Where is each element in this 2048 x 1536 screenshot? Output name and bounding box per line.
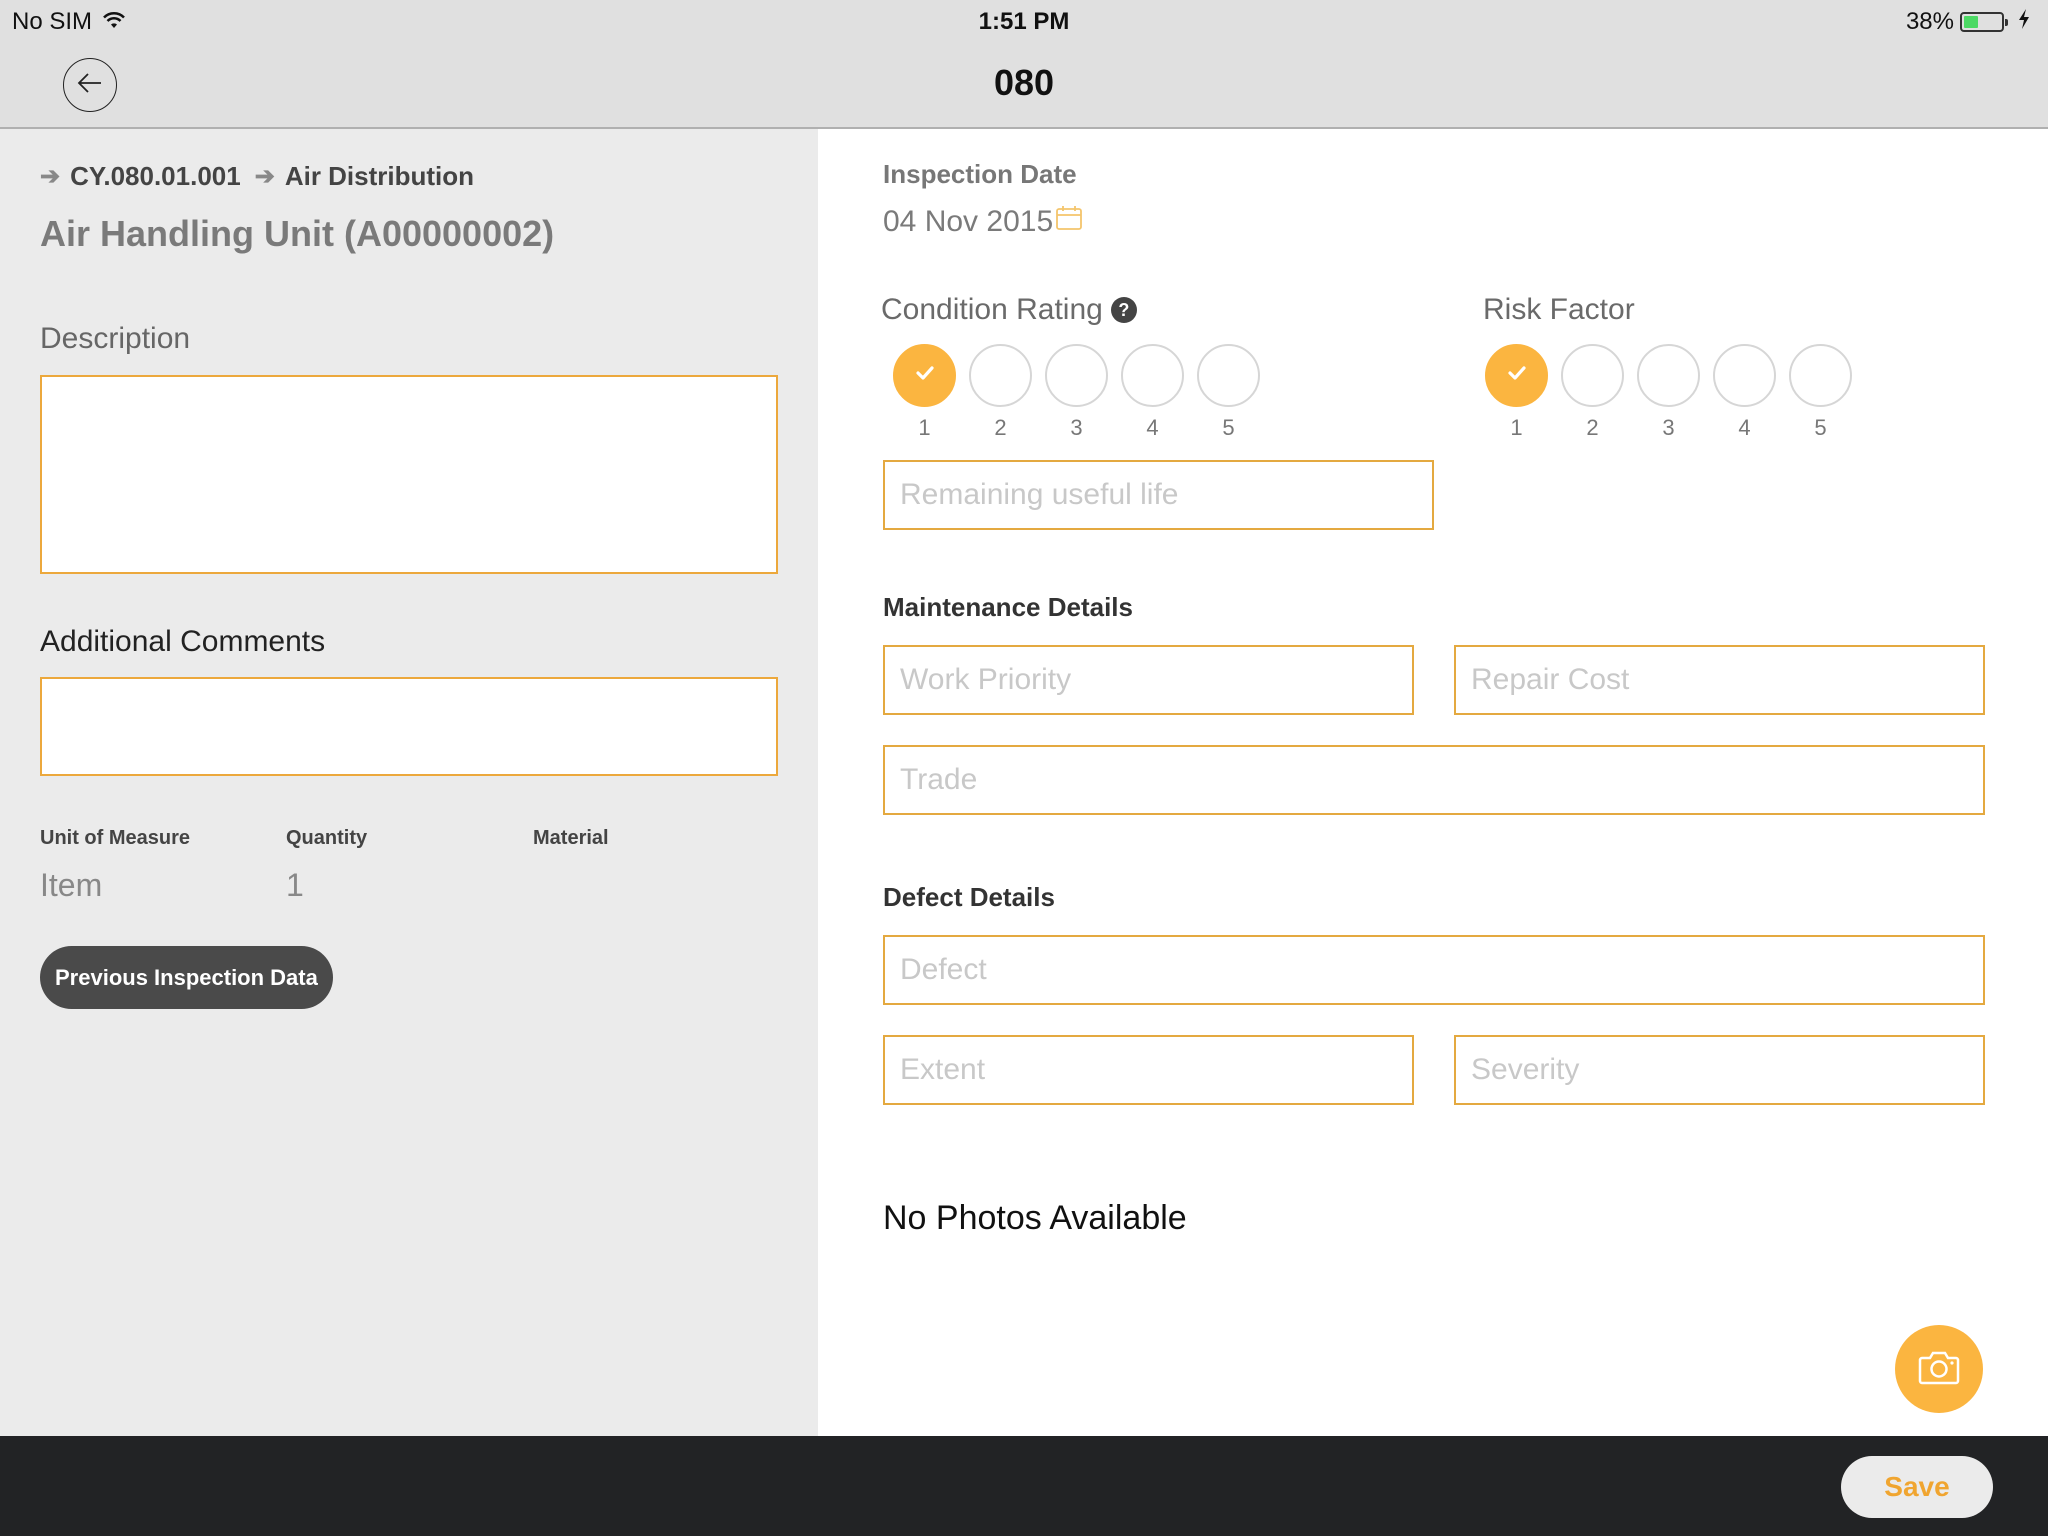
rating-number: 4 [1738,415,1751,440]
quantity-label: Quantity [286,827,368,849]
rating-circle[interactable] [1197,344,1260,407]
condition-rating-option[interactable]: 5 [1197,344,1260,441]
risk-factor-option[interactable]: 3 [1637,344,1700,441]
rating-circle[interactable] [1713,344,1776,407]
asset-title: Air Handling Unit (A00000002) [40,213,555,254]
checkmark-icon [1507,365,1527,386]
quantity-value: 1 [286,867,304,903]
rating-number: 2 [1586,415,1599,440]
help-icon[interactable]: ? [1110,297,1137,323]
battery-fill [1964,16,1978,28]
rating-circle[interactable] [1637,344,1700,407]
rating-number: 3 [1662,415,1675,440]
rating-circle[interactable] [1789,344,1852,407]
arrow-right-icon: ➔ [40,163,61,190]
rating-circle[interactable] [1485,344,1548,407]
battery-icon [1960,12,2008,32]
material-label: Material [533,827,609,849]
no-photos-message: No Photos Available [883,1199,1187,1237]
rating-number: 5 [1814,415,1827,440]
inspection-form-panel: Inspection Date 04 Nov 2015 Condition Ra… [818,129,2048,1436]
rating-circle[interactable] [1121,344,1184,407]
navigation-bar: 080 [0,42,2048,129]
bottom-toolbar: Save [0,1436,2048,1536]
risk-factor-option[interactable]: 5 [1789,344,1852,441]
rating-number: 1 [918,415,931,440]
rating-number: 1 [1510,415,1523,440]
rating-number: 4 [1146,415,1159,440]
previous-inspection-data-button[interactable]: Previous Inspection Data [40,946,333,1009]
battery-indicator: 38% [1906,8,2030,36]
page-title: 080 [993,62,1055,103]
additional-comments-label: Additional Comments [40,625,326,658]
checkmark-icon [915,365,935,386]
rating-circle[interactable] [1045,344,1108,407]
inspection-date-label: Inspection Date [883,159,1077,189]
condition-rating-option[interactable]: 3 [1045,344,1108,441]
trade-input[interactable]: Trade [883,745,1985,815]
rating-number: 5 [1222,415,1235,440]
charging-bolt-icon [2018,8,2030,36]
inspection-date-field[interactable]: 04 Nov 2015 [883,205,1083,239]
risk-factor-option[interactable]: 4 [1713,344,1776,441]
rating-circle[interactable] [893,344,956,407]
clock: 1:51 PM [978,8,1070,35]
unit-of-measure-label: Unit of Measure [40,827,191,849]
description-label: Description [40,322,191,355]
breadcrumb-item[interactable]: CY.080.01.001 [70,161,241,192]
extent-input[interactable]: Extent [883,1035,1414,1105]
rating-circle[interactable] [969,344,1032,407]
condition-rating-selector: 1 2 3 4 5 [893,344,1260,441]
risk-factor-selector: 1 2 3 4 5 [1485,344,1852,441]
risk-factor-label: Risk Factor [1483,293,1635,327]
condition-rating-option[interactable]: 4 [1121,344,1184,441]
rating-circle[interactable] [1561,344,1624,407]
rating-number: 3 [1070,415,1083,440]
breadcrumb: ➔ CY.080.01.001 ➔ Air Distribution [40,161,474,192]
condition-rating-title: Condition Rating [881,293,1103,326]
arrow-right-icon: ➔ [254,163,275,190]
maintenance-details-heading: Maintenance Details [883,592,1133,622]
remaining-useful-life-input[interactable]: Remaining useful life [883,460,1434,530]
work-priority-input[interactable]: Work Priority [883,645,1414,715]
unit-of-measure-value: Item [40,867,103,903]
description-field[interactable] [40,375,778,574]
rating-number: 2 [994,415,1007,440]
risk-factor-option[interactable]: 1 [1485,344,1548,441]
condition-rating-option[interactable]: 2 [969,344,1032,441]
repair-cost-input[interactable]: Repair Cost [1454,645,1985,715]
condition-rating-option[interactable]: 1 [893,344,956,441]
battery-percent: 38% [1905,8,1954,35]
save-button[interactable]: Save [1841,1456,1993,1518]
condition-rating-label: Condition Rating ? [881,293,1137,327]
calendar-icon[interactable] [1055,205,1083,239]
add-photo-button[interactable] [1895,1325,1983,1413]
additional-comments-field[interactable] [40,677,778,776]
breadcrumb-item[interactable]: Air Distribution [285,161,474,192]
defect-details-heading: Defect Details [883,882,1055,912]
camera-icon [1918,1349,1960,1390]
severity-input[interactable]: Severity [1454,1035,1985,1105]
risk-factor-option[interactable]: 2 [1561,344,1624,441]
asset-info-panel: ➔ CY.080.01.001 ➔ Air Distribution Air H… [0,129,818,1436]
inspection-date-value: 04 Nov 2015 [883,205,1054,238]
status-bar: No SIM 1:51 PM 38% [0,0,2048,42]
defect-input[interactable]: Defect [883,935,1985,1005]
risk-factor-title: Risk Factor [1483,293,1635,326]
